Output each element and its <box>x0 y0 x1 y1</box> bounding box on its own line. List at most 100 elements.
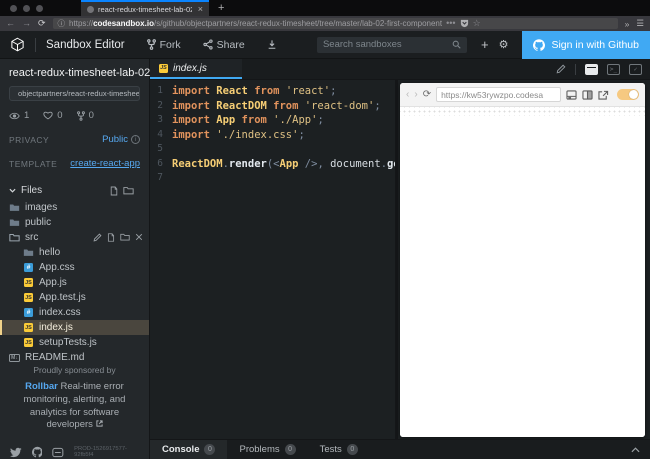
code-line-1: 1 import React from 'react'; <box>150 85 395 100</box>
code-editor[interactable]: 1 import React from 'react'; 2 import React… <box>150 80 395 439</box>
privacy-value[interactable]: Public i <box>102 134 140 145</box>
reload-button[interactable]: ⟳ <box>38 19 46 28</box>
forks-stat[interactable]: 0 <box>76 110 94 121</box>
tab-close-icon[interactable]: × <box>196 4 203 14</box>
delete-x-icon[interactable] <box>135 233 143 241</box>
code-text: import App from './App'; <box>172 114 324 126</box>
js-file-icon: JS <box>24 338 33 347</box>
rename-pencil-icon[interactable] <box>93 233 102 242</box>
file-tree-item-src[interactable]: src <box>0 230 149 245</box>
likes-stat[interactable]: 0 <box>43 110 63 121</box>
new-tab-button[interactable]: + <box>209 0 233 16</box>
back-button[interactable]: ← <box>6 19 15 28</box>
sandbox-stats: 1 0 0 <box>9 110 140 121</box>
folder-open-icon <box>9 233 20 242</box>
search-box[interactable] <box>316 36 467 53</box>
panel-tab-count-badge: 0 <box>284 444 296 455</box>
share-button[interactable]: Share <box>203 39 245 51</box>
pocket-icon[interactable] <box>460 19 469 28</box>
bookmark-star-icon[interactable]: ☆ <box>473 19 481 28</box>
panel-tab-tests[interactable]: Tests 0 <box>308 440 370 459</box>
file-tree-item-public[interactable]: public <box>0 215 149 230</box>
codesandbox-logo-icon[interactable] <box>10 37 25 52</box>
forward-button[interactable]: → <box>22 19 31 28</box>
editor-tab-indexjs[interactable]: JS index.js <box>150 59 242 79</box>
code-line-3: 3 import App from './App'; <box>150 114 395 129</box>
search-input[interactable] <box>322 39 448 50</box>
line-number: 3 <box>157 114 163 125</box>
new-sandbox-button[interactable]: + <box>481 37 489 52</box>
file-tree-item-index-css[interactable]: # index.css <box>0 305 149 320</box>
github-repo-badge[interactable]: objectpartners/react-redux-timesheet <box>9 86 140 101</box>
toolbar-divider <box>575 63 576 75</box>
app-window: react-redux-timesheet-lab-02 × + ← → ⟳ ⓘ… <box>0 0 650 459</box>
file-tree-item-setuptests-js[interactable]: JS setupTests.js <box>0 335 149 350</box>
file-name: hello <box>39 247 61 258</box>
preview-forward-button[interactable]: › <box>414 89 417 100</box>
window-minimize-button[interactable] <box>23 4 30 12</box>
twitter-icon[interactable] <box>10 447 22 458</box>
file-tree-item-app-css[interactable]: # App.css <box>0 260 149 275</box>
sponsor-text[interactable]: Rollbar Real-time error monitoring, aler… <box>12 381 137 432</box>
panel-tab-console[interactable]: Console 0 <box>150 440 228 459</box>
site-info-icon[interactable]: ⓘ <box>58 18 66 29</box>
file-tree-item-index-js[interactable]: JS index.js <box>0 320 149 335</box>
folder-icon <box>23 248 34 257</box>
sponsor-heading: Proudly sponsored by <box>33 365 116 375</box>
hamburger-menu-icon[interactable]: ☰ <box>636 18 644 29</box>
editor-tab-bar: JS index.js >_ ✓ <box>150 59 650 80</box>
new-folder-icon[interactable] <box>120 233 130 241</box>
github-icon[interactable] <box>31 446 43 458</box>
files-section-header[interactable]: Files <box>9 185 140 196</box>
download-button[interactable] <box>267 39 277 50</box>
sponsor-block: Proudly sponsored by Rollbar Real-time e… <box>0 365 149 432</box>
external-link-icon <box>95 420 103 428</box>
heart-icon <box>43 111 53 120</box>
url-bar[interactable]: ⓘ https://codesandbox.io/s/github/object… <box>52 18 618 29</box>
preview-content[interactable] <box>400 116 645 437</box>
open-external-icon[interactable] <box>598 90 609 100</box>
page-actions-icon[interactable]: ••• <box>446 19 455 28</box>
file-tree-item-app-js[interactable]: JS App.js <box>0 275 149 290</box>
fork-button[interactable]: Fork <box>146 39 181 51</box>
window-close-button[interactable] <box>10 4 17 12</box>
overflow-menu-icon[interactable]: » <box>625 19 630 29</box>
live-preview-toggle[interactable] <box>617 89 639 100</box>
file-tree-item-app-test-js[interactable]: JS App.test.js <box>0 290 149 305</box>
panel-tab-label: Console <box>162 444 200 455</box>
project-title: react-redux-timesheet-lab-02 <box>9 67 151 79</box>
codesandbox-header: Sandbox Editor Fork Share + ⚙ Sign in wi… <box>0 30 650 59</box>
preview-view-toggle-icon[interactable] <box>585 63 598 75</box>
file-name: images <box>25 202 58 213</box>
js-file-icon: JS <box>159 63 168 73</box>
fork-icon <box>146 39 156 50</box>
download-icon <box>268 40 276 49</box>
responsive-preview-icon[interactable] <box>566 89 577 100</box>
code-line-7: 7 <box>150 172 395 187</box>
panel-tab-count-badge: 0 <box>204 444 216 455</box>
file-tree-item-hello[interactable]: hello <box>0 245 149 260</box>
file-tree-item-images[interactable]: images <box>0 200 149 215</box>
file-tree-item-readme-md[interactable]: M↓ README.md <box>0 350 149 365</box>
console-view-toggle-icon[interactable]: >_ <box>607 63 620 75</box>
settings-gear-icon[interactable]: ⚙ <box>499 38 509 51</box>
preview-back-button[interactable]: ‹ <box>406 89 409 100</box>
new-file-icon[interactable] <box>107 233 115 242</box>
new-folder-icon[interactable] <box>123 186 134 195</box>
sign-in-github-button[interactable]: Sign in with Github <box>522 30 650 59</box>
new-file-icon[interactable] <box>110 186 118 196</box>
info-icon: i <box>131 135 140 144</box>
window-controls[interactable] <box>0 0 53 16</box>
collapse-panel-chevron-icon[interactable] <box>631 440 650 459</box>
edit-pencil-icon[interactable] <box>556 64 566 74</box>
window-zoom-button[interactable] <box>36 4 43 12</box>
preview-refresh-button[interactable]: ⟳ <box>423 89 431 100</box>
tests-view-toggle-icon[interactable]: ✓ <box>629 63 642 75</box>
preview-url-field[interactable]: https://kw53rywzpo.codesa <box>436 87 561 102</box>
panel-tab-problems[interactable]: Problems 0 <box>227 440 307 459</box>
browser-tab[interactable]: react-redux-timesheet-lab-02 × <box>81 0 209 16</box>
file-name: public <box>25 217 52 228</box>
split-view-icon[interactable] <box>582 89 593 100</box>
spectrum-icon[interactable] <box>52 447 64 458</box>
template-link[interactable]: create-react-app <box>70 158 140 169</box>
